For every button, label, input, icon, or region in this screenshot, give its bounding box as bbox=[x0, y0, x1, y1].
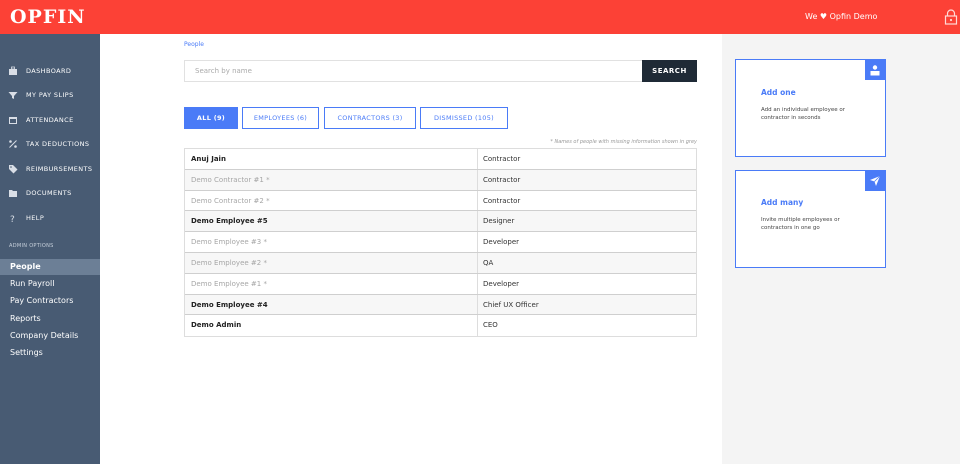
sidebar-item-label: MY PAY SLIPS bbox=[26, 91, 74, 99]
person-role: CEO bbox=[483, 321, 498, 330]
sidebar-item-pay-contractors[interactable]: Pay Contractors bbox=[0, 293, 100, 309]
sidebar-item-run-payroll[interactable]: Run Payroll bbox=[0, 276, 100, 292]
column-divider bbox=[477, 232, 478, 252]
sidebar-item-reports[interactable]: Reports bbox=[0, 311, 100, 327]
missing-info-note: * Names of people with missing informati… bbox=[550, 139, 697, 145]
person-name[interactable]: Anuj Jain bbox=[191, 155, 226, 163]
percent-icon bbox=[9, 140, 17, 148]
right-panel: Add one Add an individual employee or co… bbox=[722, 34, 960, 464]
tab-employees[interactable]: EMPLOYEES (6) bbox=[242, 107, 319, 129]
table-row[interactable]: Demo Admin CEO bbox=[185, 315, 696, 337]
question-icon: ? bbox=[10, 215, 15, 223]
tab-contractors[interactable]: CONTRACTORS (3) bbox=[324, 107, 416, 129]
svg-text:?: ? bbox=[10, 215, 15, 223]
top-bar: OPFIN We ♥ Opfin Demo bbox=[0, 0, 960, 34]
table-row[interactable]: Anuj Jain Contractor bbox=[185, 149, 696, 170]
search-input[interactable] bbox=[184, 60, 642, 82]
sidebar: DASHBOARD MY PAY SLIPS ATTENDANCE TAX DE… bbox=[0, 34, 100, 464]
table-row[interactable]: Demo Employee #3 * Developer bbox=[185, 232, 696, 253]
column-divider bbox=[477, 315, 478, 337]
people-table: Anuj Jain Contractor Demo Contractor #1 … bbox=[184, 148, 697, 338]
table-row[interactable]: Demo Contractor #2 * Contractor bbox=[185, 190, 696, 212]
add-one-card[interactable]: Add one Add an individual employee or co… bbox=[735, 59, 886, 157]
person-name[interactable]: Demo Employee #1 * bbox=[191, 280, 267, 288]
account-label[interactable]: We ♥ Opfin Demo bbox=[805, 12, 877, 21]
lock-icon[interactable] bbox=[944, 9, 958, 25]
sidebar-item-my-pay-slips[interactable]: MY PAY SLIPS bbox=[0, 86, 100, 104]
sidebar-item-label: DASHBOARD bbox=[26, 67, 72, 75]
person-name[interactable]: Demo Contractor #2 * bbox=[191, 197, 270, 205]
add-many-badge bbox=[865, 171, 885, 191]
sidebar-item-reimbursements[interactable]: REIMBURSEMENTS bbox=[0, 160, 100, 178]
sidebar-item-settings[interactable]: Settings bbox=[0, 345, 100, 361]
person-name[interactable]: Demo Contractor #1 * bbox=[191, 176, 270, 184]
person-name[interactable]: Demo Admin bbox=[191, 321, 241, 329]
sidebar-item-help[interactable]: ? HELP bbox=[0, 209, 100, 227]
sidebar-item-documents[interactable]: DOCUMENTS bbox=[0, 184, 100, 202]
sidebar-item-label: ATTENDANCE bbox=[26, 116, 74, 124]
person-name[interactable]: Demo Employee #3 * bbox=[191, 238, 267, 246]
person-role: Developer bbox=[483, 279, 520, 288]
add-one-description: Add an individual employee or contractor… bbox=[761, 107, 845, 121]
user-icon bbox=[870, 65, 880, 76]
funnel-icon bbox=[8, 92, 18, 99]
tab-all[interactable]: ALL (9) bbox=[184, 107, 238, 129]
add-many-card[interactable]: Add many Invite multiple employees or co… bbox=[735, 170, 886, 268]
sidebar-item-dashboard[interactable]: DASHBOARD bbox=[0, 62, 100, 80]
column-divider bbox=[477, 149, 478, 169]
person-role: Contractor bbox=[483, 175, 521, 184]
column-divider bbox=[477, 190, 478, 211]
calendar-icon bbox=[9, 117, 17, 124]
sidebar-item-label: Pay Contractors bbox=[10, 296, 74, 305]
add-many-title[interactable]: Add many bbox=[761, 198, 803, 207]
sidebar-item-label: Company Details bbox=[10, 331, 79, 340]
person-role: QA bbox=[483, 258, 494, 267]
sidebar-item-company-details[interactable]: Company Details bbox=[0, 328, 100, 344]
tag-icon bbox=[9, 165, 18, 174]
person-role: Contractor bbox=[483, 196, 521, 205]
column-divider bbox=[477, 294, 478, 315]
person-role: Developer bbox=[483, 238, 520, 247]
sidebar-item-label: Reports bbox=[10, 314, 41, 323]
sidebar-item-people[interactable]: People bbox=[0, 259, 100, 275]
admin-options-title: ADMIN OPTIONS bbox=[9, 243, 54, 249]
add-one-title[interactable]: Add one bbox=[761, 88, 796, 97]
search-button[interactable]: SEARCH bbox=[642, 60, 697, 82]
person-role: Contractor bbox=[483, 155, 521, 163]
table-row[interactable]: Demo Employee #5 Designer bbox=[185, 211, 696, 233]
table-row[interactable]: Demo Employee #4 Chief UX Officer bbox=[185, 294, 696, 316]
table-row[interactable]: Demo Employee #1 * Developer bbox=[185, 273, 696, 295]
sidebar-item-label: People bbox=[10, 262, 41, 271]
sidebar-item-label: REIMBURSEMENTS bbox=[26, 165, 93, 173]
send-icon bbox=[870, 175, 881, 186]
table-row[interactable]: Demo Employee #2 * QA bbox=[185, 252, 696, 274]
tab-dismissed[interactable]: DISMISSED (105) bbox=[420, 107, 508, 129]
column-divider bbox=[477, 211, 478, 232]
sidebar-item-tax-deductions[interactable]: TAX DEDUCTIONS bbox=[0, 135, 100, 153]
sidebar-item-label: Run Payroll bbox=[10, 279, 55, 288]
person-name[interactable]: Demo Employee #2 * bbox=[191, 259, 267, 267]
sidebar-item-label: DOCUMENTS bbox=[26, 189, 72, 197]
folder-icon bbox=[9, 190, 17, 197]
sidebar-item-label: HELP bbox=[26, 214, 45, 222]
briefcase-icon bbox=[9, 66, 17, 75]
person-role: Designer bbox=[483, 217, 515, 226]
add-many-description: Invite multiple employees or contractors… bbox=[761, 217, 840, 231]
sidebar-item-label: Settings bbox=[10, 348, 43, 357]
person-name[interactable]: Demo Employee #4 bbox=[191, 301, 268, 309]
breadcrumb[interactable]: People bbox=[184, 41, 204, 48]
column-divider bbox=[477, 252, 478, 273]
column-divider bbox=[477, 169, 478, 190]
sidebar-item-label: TAX DEDUCTIONS bbox=[26, 140, 90, 148]
person-role: Chief UX Officer bbox=[483, 300, 539, 309]
table-row[interactable]: Demo Contractor #1 * Contractor bbox=[185, 169, 696, 191]
sidebar-item-attendance[interactable]: ATTENDANCE bbox=[0, 111, 100, 129]
column-divider bbox=[477, 273, 478, 294]
person-name[interactable]: Demo Employee #5 bbox=[191, 217, 268, 225]
add-one-badge bbox=[865, 60, 885, 80]
logo[interactable]: OPFIN bbox=[10, 6, 86, 28]
